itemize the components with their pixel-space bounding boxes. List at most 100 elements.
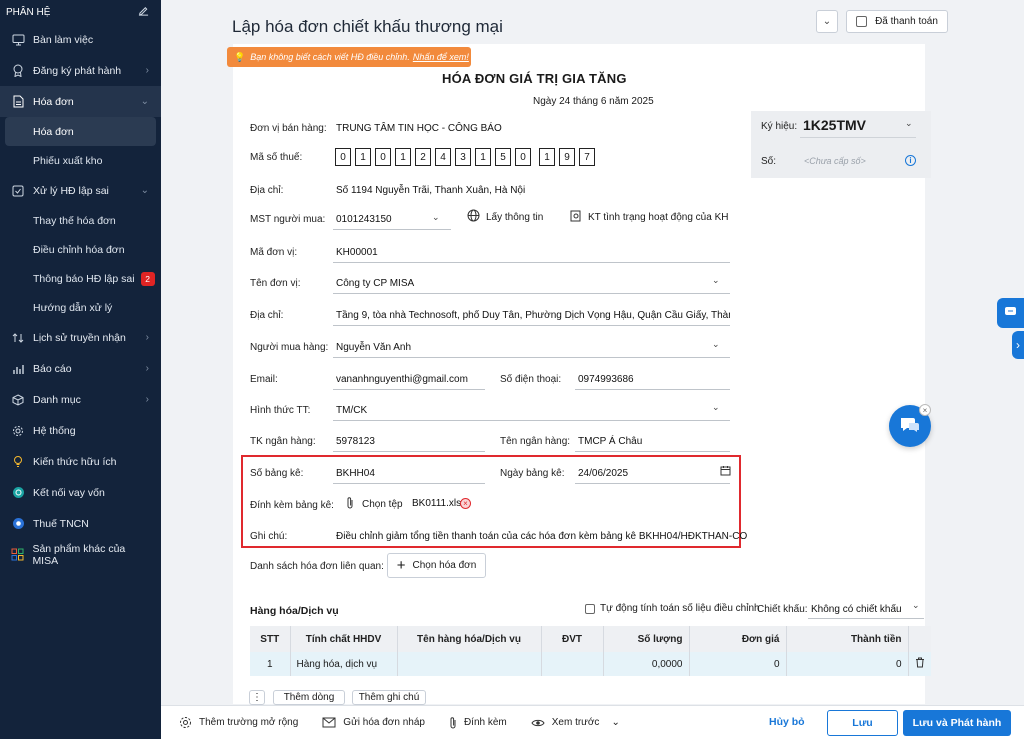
phone-input[interactable]: 0974993686 [578, 374, 634, 385]
save-and-issue-button[interactable]: Lưu và Phát hành [903, 710, 1011, 736]
chevron-down-icon[interactable]: ⌄ [611, 717, 619, 728]
sidebar-item-catalog[interactable]: Danh mục › [0, 384, 161, 415]
choose-invoice-button[interactable]: + Chọn hóa đơn [387, 553, 486, 578]
sidebar-subitem-replace[interactable]: Thay thế hóa đơn [0, 206, 161, 235]
cell-type[interactable]: Hàng hóa, dịch vụ [290, 652, 398, 676]
message-icon [1004, 306, 1017, 321]
sidebar-item-fix[interactable]: Xử lý HĐ lập sai ⌄ [0, 175, 161, 206]
paid-label: Đã thanh toán [875, 16, 938, 27]
sidebar-item-label: Báo cáo [33, 362, 72, 375]
sidebar-item-label: Hóa đơn [33, 95, 74, 108]
auto-calc-toggle[interactable]: Tự động tính toán số liệu điều chỉnh [585, 603, 760, 614]
discount-label: Chiết khấu: [757, 604, 808, 615]
buyer-tax-input[interactable]: 0101243150 [336, 214, 392, 225]
invoice-number-label: Số: [761, 156, 777, 167]
more-options-button[interactable]: ⋮ [249, 690, 265, 705]
address-input[interactable]: Tầng 9, tòa nhà Technosoft, phố Duy Tân,… [336, 310, 730, 321]
email-input[interactable]: vananhnguyenthi@gmail.com [336, 374, 468, 385]
header-dropdown-button[interactable]: ⌄ [816, 10, 838, 33]
sidebar-item-register[interactable]: Đăng ký phát hành › [0, 55, 161, 86]
cell-unit[interactable] [541, 652, 604, 676]
unit-name-input[interactable]: Công ty CP MISA [336, 278, 414, 289]
sidebar-item-system[interactable]: Hệ thống [0, 415, 161, 446]
paid-checkbox[interactable] [856, 16, 868, 27]
hint-link[interactable]: Nhấn để xem! [413, 52, 469, 62]
gear-icon [179, 716, 192, 729]
expand-panel-tab[interactable]: › [1012, 331, 1024, 359]
sidebar-item-history[interactable]: Lịch sử truyền nhận › [0, 322, 161, 353]
chevron-right-icon: › [145, 65, 149, 76]
buyer-input[interactable]: Nguyễn Văn Anh [336, 342, 411, 353]
buyer-tax-label: MST người mua: [250, 214, 326, 225]
tax-digit-box: 1 [475, 148, 491, 166]
cell-qty[interactable]: 0,0000 [603, 652, 690, 676]
side-panel-tab[interactable] [997, 298, 1024, 328]
remove-file-icon[interactable]: × [460, 498, 471, 509]
trash-icon[interactable] [908, 652, 931, 676]
bank-name-input[interactable]: TMCP Á Châu [578, 436, 642, 447]
add-note-button[interactable]: Thêm ghi chú [352, 690, 426, 705]
chevron-down-icon: ⌄ [140, 96, 149, 107]
help-hint-banner[interactable]: 💡 Bạn không biết cách viết HĐ điều chỉnh… [227, 47, 471, 67]
sidebar-item-loan[interactable]: Kết nối vay vốn [0, 477, 161, 508]
sidebar-subitem-notify[interactable]: Thông báo HĐ lập sai 2 [0, 264, 161, 293]
paid-checkbox-button[interactable]: Đã thanh toán [846, 10, 948, 33]
discount-select[interactable]: Không có chiết khấu [811, 604, 902, 615]
table-row[interactable]: 1 Hàng hóa, dịch vụ 0,0000 0 0 [250, 652, 931, 676]
sidebar-item-knowledge[interactable]: Kiến thức hữu ích [0, 446, 161, 477]
list-number-input[interactable]: BKHH04 [336, 468, 375, 479]
choose-file-button[interactable]: Chọn tệp [346, 496, 403, 512]
sidebar-subitem-adjust[interactable]: Điều chỉnh hóa đơn [0, 235, 161, 264]
sidebar-subitem-label: Hướng dẫn xử lý [33, 301, 113, 314]
cell-amount[interactable]: 0 [786, 652, 909, 676]
sidebar-item-tax[interactable]: Thuế TNCN [0, 508, 161, 539]
sidebar-header: PHÂN HỆ [0, 0, 161, 24]
payment-select[interactable]: TM/CK [336, 405, 367, 416]
chevron-down-icon[interactable]: ⌄ [712, 402, 720, 413]
sidebar-item-report[interactable]: Báo cáo › [0, 353, 161, 384]
sidebar-subitem-delivery[interactable]: Phiếu xuất kho [0, 146, 161, 175]
sidebar-subitem-label: Thay thế hóa đơn [33, 214, 116, 227]
tax-digit-box: 0 [515, 148, 531, 166]
bank-account-input[interactable]: 5978123 [336, 436, 375, 447]
cell-name[interactable] [397, 652, 542, 676]
sidebar-subitem-guide[interactable]: Hướng dẫn xử lý [0, 293, 161, 322]
chevron-down-icon[interactable]: ⌄ [712, 339, 720, 350]
info-icon[interactable]: i [905, 155, 916, 166]
chevron-right-icon: › [145, 363, 149, 374]
symbol-value[interactable]: 1K25TMV [803, 117, 866, 133]
auto-calc-label: Tự động tính toán số liệu điều chỉnh [600, 603, 760, 614]
get-info-button[interactable]: Lấy thông tin [467, 209, 543, 225]
save-button[interactable]: Lưu [827, 710, 898, 736]
attach-button[interactable]: Đính kèm [449, 716, 507, 729]
unit-code-input[interactable]: KH00001 [336, 247, 378, 258]
cell-price[interactable]: 0 [689, 652, 787, 676]
add-extended-field-button[interactable]: Thêm trường mở rộng [179, 716, 298, 729]
sidebar-subitem-invoice[interactable]: Hóa đơn [5, 117, 156, 146]
sidebar-item-dashboard[interactable]: Bàn làm việc [0, 24, 161, 55]
chevron-down-icon[interactable]: ⌄ [905, 118, 913, 129]
calendar-icon[interactable] [720, 465, 731, 479]
preview-button[interactable]: Xem trước ⌄ [531, 717, 620, 728]
sidebar-item-label: Đăng ký phát hành [33, 64, 122, 77]
sidebar-item-products[interactable]: Sản phẩm khác của MISA [0, 539, 161, 570]
list-date-input[interactable]: 24/06/2025 [578, 468, 628, 479]
invoice-date: Ngày 24 tháng 6 năm 2025 [533, 96, 654, 107]
edit-icon[interactable] [138, 5, 149, 19]
chevron-down-icon[interactable]: ⌄ [432, 212, 440, 223]
address-label: Địa chỉ: [250, 310, 284, 321]
auto-calc-checkbox[interactable] [585, 603, 595, 614]
add-row-button[interactable]: Thêm dòng [273, 690, 345, 705]
send-draft-button[interactable]: Gửi hóa đơn nháp [322, 717, 425, 728]
chevron-down-icon[interactable]: ⌄ [712, 275, 720, 286]
close-chat-icon[interactable]: × [919, 404, 931, 416]
chevron-down-icon[interactable]: ⌄ [912, 600, 920, 611]
check-status-button[interactable]: KT tình trạng hoạt động của KH [570, 209, 728, 225]
lightbulb-icon [11, 455, 25, 469]
sidebar-item-invoice[interactable]: Hóa đơn ⌄ [0, 86, 161, 117]
tax-digit-box: 1 [395, 148, 411, 166]
note-input[interactable]: Điều chỉnh giảm tổng tiền thanh toán của… [336, 531, 747, 542]
bank-name-label: Tên ngân hàng: [500, 436, 571, 447]
cancel-button[interactable]: Hủy bỏ [769, 716, 805, 728]
attach-list-label: Đính kèm bảng kê: [250, 500, 334, 511]
